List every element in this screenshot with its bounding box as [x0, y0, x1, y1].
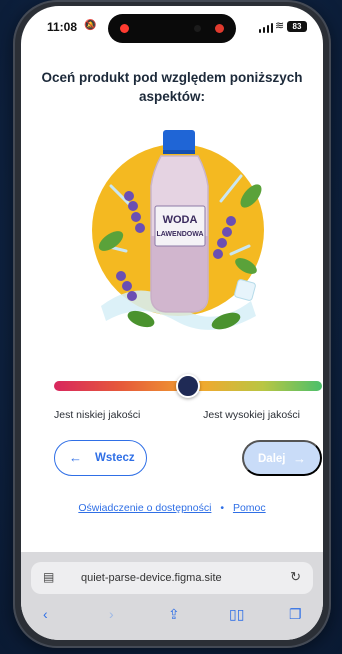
back-button[interactable]: ← Wstecz	[54, 440, 147, 476]
bottle-label-subtitle: LAWENDOWA	[156, 231, 203, 238]
recording-indicator-right	[215, 24, 224, 33]
page-settings-icon[interactable]: ▤	[43, 570, 54, 584]
help-link[interactable]: Pomoc	[233, 502, 266, 514]
url-text: quiet-parse-device.figma.site	[81, 572, 222, 584]
browser-forward-icon[interactable]: ›	[109, 606, 114, 622]
browser-back-icon[interactable]: ‹	[43, 606, 48, 622]
silent-bell-icon: 🔕	[84, 20, 97, 31]
status-bar: 11:08 🔕 ≋ 83	[21, 6, 323, 50]
camera-icon	[194, 25, 201, 32]
product-image: WODA LAWENDOWA	[92, 130, 264, 330]
quality-rating-slider[interactable]	[54, 374, 322, 398]
recording-indicator	[120, 24, 129, 33]
phone-frame: 11:08 🔕 ≋ 83 Oceń produkt pod względem p…	[13, 0, 331, 648]
book-icon[interactable]: ▯▯	[229, 606, 244, 623]
slider-thumb[interactable]	[176, 374, 200, 398]
accessibility-statement-link[interactable]: Oświadczenie o dostępności	[78, 502, 211, 514]
cellular-signal-icon	[259, 23, 273, 33]
reload-icon[interactable]: ↻	[290, 569, 301, 585]
slider-high-label: Jest wysokiej jakości	[203, 409, 300, 421]
arrow-right-icon: →	[293, 451, 306, 466]
footer-separator: •	[220, 502, 225, 514]
status-time: 11:08	[47, 20, 78, 34]
question-heading: Oceń produkt pod względem poniższych asp…	[41, 70, 303, 104]
share-icon[interactable]: ⇪	[168, 606, 180, 623]
wifi-icon: ≋	[275, 20, 285, 32]
arrow-left-icon: ←	[69, 450, 82, 465]
bottle-label-title: WODA	[163, 214, 198, 226]
battery-icon: 83	[287, 21, 307, 32]
phone-screen: 11:08 🔕 ≋ 83 Oceń produkt pod względem p…	[21, 6, 323, 640]
dynamic-island	[108, 14, 236, 43]
browser-toolbar: ▤ quiet-parse-device.figma.site ↻ ‹ › ⇪ …	[21, 552, 323, 640]
tabs-icon[interactable]: ❐	[289, 606, 302, 623]
browser-nav-row: ‹ › ⇪ ▯▯ ❐	[21, 606, 323, 630]
back-button-label: Wstecz	[95, 452, 135, 464]
slider-low-label: Jest niskiej jakości	[54, 409, 141, 421]
next-button[interactable]: Dalej →	[242, 440, 322, 476]
address-bar[interactable]: ▤ quiet-parse-device.figma.site ↻	[31, 562, 313, 594]
next-button-label: Dalej	[258, 453, 286, 465]
footer-links: Oświadczenie o dostępności • Pomoc	[21, 502, 323, 514]
